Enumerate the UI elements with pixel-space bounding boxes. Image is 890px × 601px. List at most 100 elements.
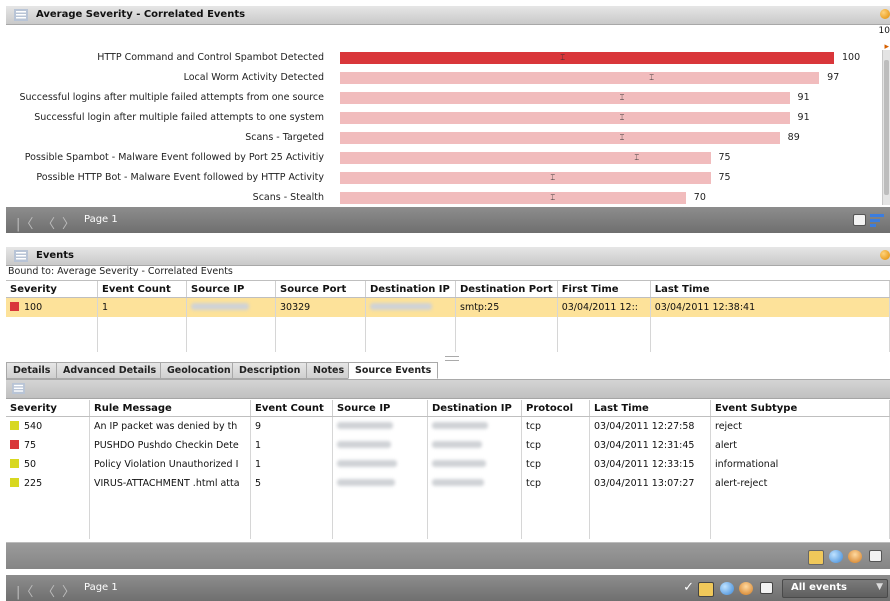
globe-icon[interactable] — [829, 550, 843, 563]
event-count-cell: 9 — [250, 416, 333, 436]
page-label: Page 1 — [84, 214, 118, 225]
chart-bar[interactable] — [340, 132, 780, 144]
col-event-subtype[interactable]: Event Subtype — [710, 400, 890, 417]
event-subtype-cell: alert — [710, 436, 890, 455]
col-destination-ip[interactable]: Destination IP — [427, 400, 522, 417]
col-first-time[interactable]: First Time — [557, 281, 651, 298]
table-row[interactable]: 225 VIRUS-ATTACHMENT .html atta 5 tcp 03… — [6, 474, 890, 493]
chart-value-label: 89 — [787, 132, 800, 143]
bar-chart-view-icon[interactable] — [870, 213, 884, 227]
panel-status-icon[interactable] — [880, 250, 890, 260]
chart-bar[interactable] — [340, 192, 686, 204]
protocol-cell: tcp — [521, 416, 590, 436]
chevron-down-icon: ▼ — [876, 582, 883, 592]
table-view-icon[interactable] — [869, 550, 882, 562]
rule-message-cell: VIRUS-ATTACHMENT .html atta — [89, 474, 251, 493]
col-event-count[interactable]: Event Count — [250, 400, 333, 417]
table-row[interactable]: 50 Policy Violation Unauthorized I 1 tcp… — [6, 455, 890, 474]
col-last-time[interactable]: Last Time — [589, 400, 711, 417]
monitor-icon[interactable] — [808, 550, 824, 565]
splitter-handle[interactable] — [445, 356, 459, 361]
tab-geolocation[interactable]: Geolocation — [160, 362, 238, 379]
list-icon[interactable] — [12, 383, 25, 394]
chart-bar[interactable] — [340, 52, 834, 64]
first-page-icon[interactable]: |〈 — [16, 581, 33, 600]
user-icon[interactable] — [848, 550, 862, 563]
chart-range-marker: ⌶ — [560, 53, 566, 62]
table-view-icon[interactable] — [760, 582, 773, 594]
chart-category-label: Local Worm Activity Detected — [183, 72, 324, 83]
redacted-ip — [337, 479, 395, 486]
redacted-ip — [337, 441, 391, 448]
col-last-time[interactable]: Last Time — [650, 281, 890, 298]
col-destination-port[interactable]: Destination Port — [455, 281, 558, 298]
col-severity[interactable]: Severity — [6, 281, 98, 298]
tab-notes[interactable]: Notes — [306, 362, 352, 379]
table-row[interactable]: 100 1 30329 smtp:25 03/04/2011 12:: 03/0… — [6, 297, 890, 317]
tab-source-events[interactable]: Source Events — [348, 362, 439, 379]
col-source-port[interactable]: Source Port — [275, 281, 366, 298]
event-count-cell: 1 — [97, 297, 187, 317]
table-row[interactable]: 540 An IP packet was denied by th 9 tcp … — [6, 416, 890, 436]
events-header-row: Severity Event Count Source IP Source Po… — [6, 281, 890, 298]
prev-page-icon[interactable]: 〈 — [42, 581, 55, 600]
last-time-cell: 03/04/2011 12:33:15 — [589, 455, 711, 474]
severity-swatch — [10, 302, 19, 311]
chart-value-label: 70 — [693, 192, 706, 203]
destination-ip-cell — [427, 416, 522, 436]
event-subtype-cell: informational — [710, 455, 890, 474]
tab-description[interactable]: Description — [232, 362, 308, 379]
severity-swatch — [10, 459, 19, 468]
prev-page-icon[interactable]: 〈 — [42, 213, 55, 232]
check-icon[interactable]: ✓ — [683, 580, 694, 595]
col-event-count[interactable]: Event Count — [97, 281, 187, 298]
chart-category-label: Possible Spambot - Malware Event followe… — [24, 152, 324, 163]
bound-to-label: Bound to: Average Severity - Correlated … — [8, 266, 233, 277]
chart-bar[interactable] — [340, 172, 711, 184]
chart-panel-header: Average Severity - Correlated Events — [6, 6, 890, 25]
chart-bar[interactable] — [340, 92, 790, 104]
severity-swatch — [10, 421, 19, 430]
page-label: Page 1 — [84, 582, 118, 593]
chart-scrollbar[interactable] — [882, 50, 890, 205]
chart-category-label: Successful login after multiple failed a… — [34, 112, 324, 123]
col-source-ip[interactable]: Source IP — [332, 400, 428, 417]
scrollbar-thumb[interactable] — [884, 60, 889, 195]
protocol-cell: tcp — [521, 455, 590, 474]
chart-value-label: 100 — [842, 52, 861, 63]
monitor-icon[interactable] — [698, 582, 714, 597]
panel-status-icon[interactable] — [880, 9, 890, 19]
chart-bar[interactable] — [340, 112, 790, 124]
col-protocol[interactable]: Protocol — [521, 400, 590, 417]
col-rule-message[interactable]: Rule Message — [89, 400, 251, 417]
col-destination-ip[interactable]: Destination IP — [365, 281, 456, 298]
redacted-ip — [432, 441, 482, 448]
next-page-icon[interactable]: 〉 — [62, 581, 75, 600]
col-severity[interactable]: Severity — [6, 400, 90, 417]
user-icon[interactable] — [739, 582, 753, 595]
source-events-header-row: Severity Rule Message Event Count Source… — [6, 400, 890, 417]
protocol-cell: tcp — [521, 474, 590, 493]
severity-cell: 100 — [6, 297, 98, 317]
redacted-ip — [432, 479, 484, 486]
chart-bar[interactable] — [340, 72, 820, 84]
globe-icon[interactable] — [720, 582, 734, 595]
events-panel-title: Events — [36, 250, 74, 261]
tab-details[interactable]: Details — [6, 362, 58, 379]
next-page-icon[interactable]: 〉 — [62, 213, 75, 232]
first-page-icon[interactable]: |〈 — [16, 213, 33, 232]
destination-ip-cell — [427, 455, 522, 474]
last-time-cell: 03/04/2011 12:27:58 — [589, 416, 711, 436]
severity-value: 540 — [24, 421, 43, 432]
chart-bar[interactable] — [340, 152, 711, 164]
destination-port-cell: smtp:25 — [455, 297, 558, 317]
chart-range-marker: ⌶ — [619, 133, 625, 142]
event-count-cell: 1 — [250, 436, 333, 455]
last-time-cell: 03/04/2011 13:07:27 — [589, 474, 711, 493]
table-row[interactable]: 75 PUSHDO Pushdo Checkin Dete 1 tcp 03/0… — [6, 436, 890, 455]
tab-advanced-details[interactable]: Advanced Details — [56, 362, 164, 379]
col-source-ip[interactable]: Source IP — [186, 281, 276, 298]
rule-message-cell: An IP packet was denied by th — [89, 416, 251, 436]
table-view-icon[interactable] — [853, 214, 866, 226]
event-filter-select[interactable]: All events ▼ — [782, 579, 888, 598]
